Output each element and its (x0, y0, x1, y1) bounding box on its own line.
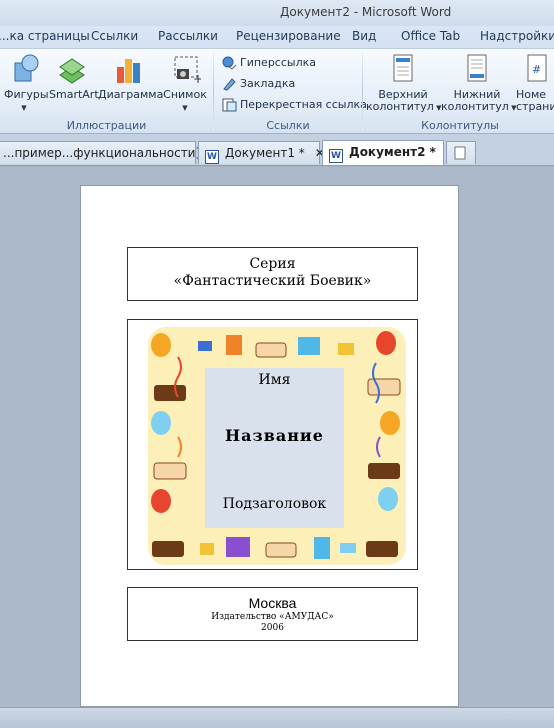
header-label-line2: колонтитул (366, 100, 434, 113)
header-button[interactable]: Верхний колонтитул ▼ (366, 53, 441, 114)
screenshot-icon: + (169, 53, 203, 86)
footer-button[interactable]: Нижний колонтитул ▼ (441, 53, 516, 114)
city: Москва (248, 595, 297, 611)
chart-label: Диаграмма (98, 88, 164, 101)
hyperlink-icon (222, 56, 237, 70)
page-number-label-line2: страни (516, 100, 554, 113)
tab-review[interactable]: Рецензирование (236, 29, 341, 43)
shapes-label: Фигуры (4, 88, 49, 101)
new-tab-icon (453, 146, 467, 163)
book-title: Название (225, 426, 324, 445)
bookmark-button[interactable]: Закладка (222, 75, 295, 93)
series-textbox[interactable]: Серия «Фантастический Боевик» (127, 247, 418, 301)
doc-tab-2-label: Документ1 * (225, 146, 305, 160)
tab-page-layout[interactable]: ...ка страницы (0, 29, 90, 43)
publisher-textbox[interactable]: Москва Издательство «АМУДАС» 2006 (127, 587, 418, 641)
hyperlink-button[interactable]: Гиперссылка (222, 54, 316, 72)
tab-view[interactable]: Вид (352, 29, 376, 43)
illustrations-group-label: Иллюстрации (66, 119, 147, 132)
tab-office-tab[interactable]: Office Tab (401, 29, 460, 43)
doc-tab-1-label: ...пример...функциональности] * (3, 146, 210, 160)
footer-icon (461, 53, 493, 85)
document-tabs-bar: ...пример...функциональности] *✕ W Докуме… (0, 134, 554, 166)
group-separator (362, 53, 363, 131)
smartart-label: SmartArt (49, 88, 99, 101)
cover-title-area[interactable]: Имя Название Подзаголовок (205, 368, 344, 528)
screenshot-button[interactable]: + Снимок ▼ (163, 53, 207, 114)
header-icon (387, 53, 419, 85)
doc-tab-2[interactable]: W Документ1 * ✕ (198, 141, 325, 164)
doc-tab-3-label: Документ2 * (349, 145, 436, 159)
svg-text:#: # (532, 63, 541, 76)
ribbon: Фигуры ▼ SmartArt Диаграмма + Снимок ▼ Илл… (0, 48, 554, 134)
links-group-label: Ссылки (266, 119, 310, 132)
shapes-icon (8, 53, 40, 85)
page-number-icon: # (524, 53, 554, 85)
status-bar (0, 707, 554, 728)
cross-reference-label: Перекрестная ссылка (240, 98, 367, 111)
series-line2: «Фантастический Боевик» (173, 273, 372, 289)
book-subtitle: Подзаголовок (222, 496, 327, 512)
bookmark-icon (222, 77, 237, 91)
bookmark-label: Закладка (240, 77, 296, 90)
doc-tab-3[interactable]: W Документ2 * (322, 140, 444, 165)
word-doc-icon: W (329, 149, 343, 163)
cross-reference-button[interactable]: Перекрестная ссылка (222, 96, 367, 114)
shapes-button[interactable]: Фигуры ▼ (4, 53, 49, 114)
doc-tab-1[interactable]: ...пример...функциональности] *✕ (0, 141, 230, 164)
chart-icon (113, 53, 145, 85)
smartart-icon (56, 53, 88, 85)
tab-addins[interactable]: Надстройки (480, 29, 554, 43)
publisher-name: Издательство «АМУДАС» (211, 612, 334, 622)
cross-reference-icon (222, 98, 237, 112)
author-name: Имя (258, 372, 291, 388)
chart-button[interactable]: Диаграмма (98, 53, 164, 101)
page-number-button[interactable]: # Номе страни (516, 53, 554, 113)
new-tab-button[interactable] (446, 141, 476, 164)
screenshot-label: Снимок (163, 88, 207, 101)
series-line1: Серия (249, 256, 296, 272)
ribbon-tabs: ...ка страницы Ссылки Рассылки Рецензиро… (0, 26, 554, 48)
title-bar: Документ2 - Microsoft Word (0, 0, 554, 26)
hyperlink-label: Гиперссылка (240, 56, 316, 69)
tab-references[interactable]: Ссылки (91, 29, 138, 43)
footer-label-line2: колонтитул (441, 100, 509, 113)
tab-mailings[interactable]: Рассылки (158, 29, 218, 43)
word-doc-icon: W (205, 150, 219, 164)
svg-text:+: + (193, 72, 201, 85)
window-title: Документ2 - Microsoft Word (280, 5, 452, 19)
publication-year: 2006 (261, 623, 284, 633)
smartart-button[interactable]: SmartArt (49, 53, 99, 101)
headers-group-label: Колонтитулы (421, 119, 499, 132)
